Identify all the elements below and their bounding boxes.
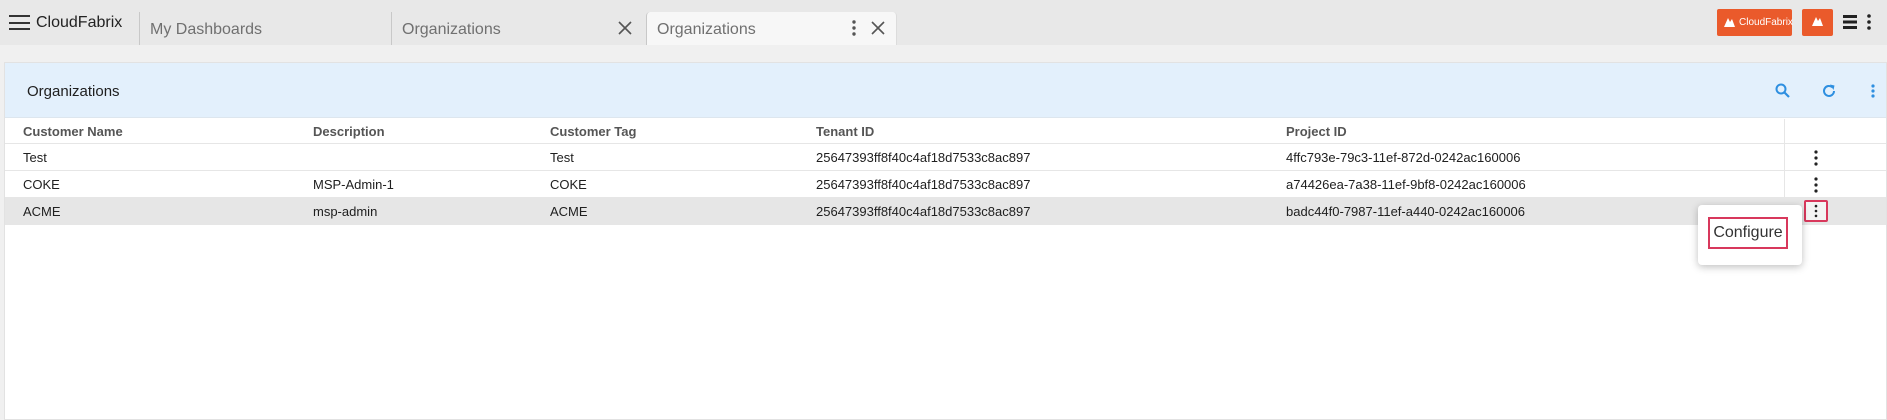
organizations-panel: Organizations Customer Name Description … (4, 62, 1887, 420)
cell-project-id: badc44f0-7987-11ef-a440-0242ac160006 (1286, 203, 1526, 219)
refresh-icon[interactable] (1820, 82, 1838, 100)
tab-label: Organizations (402, 21, 501, 38)
cell-tenant-id: 25647393ff8f40c4af18d7533c8ac897 (816, 149, 1031, 165)
tab-organizations-2[interactable]: Organizations (646, 12, 897, 45)
cell-customer-tag: Test (550, 149, 574, 165)
brand-badge-text: CloudFabrix (1739, 17, 1793, 28)
column-header-project-id[interactable]: Project ID (1286, 119, 1347, 143)
table-row[interactable]: Test Test 25647393ff8f40c4af18d7533c8ac8… (5, 144, 1886, 171)
column-header-customer-name[interactable]: Customer Name (23, 119, 123, 143)
column-header-description[interactable]: Description (313, 119, 385, 143)
cell-customer-name: COKE (23, 176, 60, 192)
app-name: CloudFabrix (36, 14, 123, 31)
tab-label: Organizations (657, 21, 756, 38)
table-header-row: Customer Name Description Customer Tag T… (5, 119, 1886, 144)
panel-header: Organizations (5, 63, 1886, 118)
column-header-customer-tag[interactable]: Customer Tag (550, 119, 636, 143)
row-actions-icon[interactable] (1804, 200, 1828, 222)
cell-tenant-id: 25647393ff8f40c4af18d7533c8ac897 (816, 203, 1031, 219)
tab-label: My Dashboards (150, 21, 263, 38)
row-actions-icon[interactable] (1804, 147, 1828, 169)
actions-column-divider (1784, 119, 1785, 143)
more-vert-icon[interactable] (1862, 13, 1876, 31)
brand-logo-wide: CloudFabrix (1717, 9, 1793, 36)
close-icon[interactable] (867, 17, 889, 39)
more-vert-icon[interactable] (843, 17, 865, 39)
cell-description: msp-admin (313, 203, 378, 219)
cell-project-id: a74426ea-7a38-11ef-9bf8-0242ac160006 (1286, 176, 1526, 192)
row-actions-menu: Configure (1698, 205, 1802, 265)
row-actions-icon[interactable] (1804, 174, 1828, 196)
cell-customer-tag: COKE (550, 176, 587, 192)
actions-column-divider (1784, 144, 1785, 170)
configure-menu-item[interactable]: Configure (1708, 217, 1788, 249)
cell-tenant-id: 25647393ff8f40c4af18d7533c8ac897 (816, 176, 1031, 192)
more-vert-icon[interactable] (1864, 82, 1882, 100)
cell-customer-tag: ACME (550, 203, 588, 219)
tab-my-dashboards[interactable]: My Dashboards (139, 12, 390, 45)
cell-project-id: 4ffc793e-79c3-11ef-872d-0242ac160006 (1286, 149, 1521, 165)
cell-description: MSP-Admin-1 (313, 176, 394, 192)
column-header-tenant-id[interactable]: Tenant ID (816, 119, 874, 143)
search-icon[interactable] (1774, 82, 1792, 100)
brand-logo-square (1802, 9, 1833, 36)
menu-icon[interactable] (9, 15, 30, 30)
cell-customer-name: ACME (23, 203, 61, 219)
brand-mark-icon (1812, 17, 1823, 26)
cell-customer-name: Test (23, 149, 47, 165)
close-icon[interactable] (614, 17, 636, 39)
table-row[interactable]: ACME msp-admin ACME 25647393ff8f40c4af18… (5, 198, 1886, 225)
table-row[interactable]: COKE MSP-Admin-1 COKE 25647393ff8f40c4af… (5, 171, 1886, 198)
panel-title: Organizations (27, 83, 120, 100)
actions-column-divider (1784, 171, 1785, 197)
top-bar: CloudFabrix My Dashboards Organizations … (0, 0, 1887, 45)
tab-organizations-1[interactable]: Organizations (391, 12, 645, 45)
brand-mark-icon (1724, 18, 1735, 27)
list-view-icon[interactable] (1842, 13, 1858, 31)
